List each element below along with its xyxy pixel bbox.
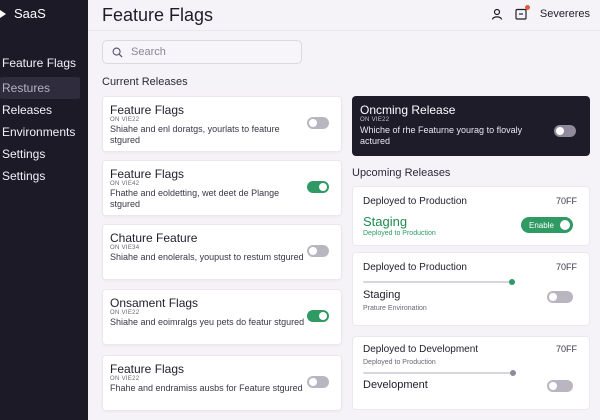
toggle-knob <box>309 378 317 386</box>
notification-icon[interactable] <box>514 5 530 21</box>
release-title: Feature Flags <box>110 362 185 376</box>
upcoming-releases-title: Upcoming Releases <box>352 167 451 179</box>
env-name: Development <box>363 379 428 391</box>
release-title: Chature Feature <box>110 231 198 245</box>
release-version: ON VIE22 <box>110 376 140 382</box>
release-version: ON VIE22 <box>110 310 140 316</box>
search-input[interactable] <box>129 45 293 59</box>
env-slider[interactable] <box>363 370 516 376</box>
sidebar-item-restures[interactable]: Restures <box>0 77 80 99</box>
env-toggle[interactable] <box>547 291 573 303</box>
brand-name: SaaS <box>14 6 46 21</box>
release-toggle[interactable] <box>307 376 329 388</box>
release-description: Shiahe and eoimralgs yeu pets do featur … <box>110 317 305 327</box>
release-toggle[interactable] <box>307 181 329 193</box>
topbar-divider <box>88 30 600 31</box>
environment-card[interactable]: Deployed to Production 70FF Staging Depl… <box>352 186 590 246</box>
release-title: Onsament Flags <box>110 296 199 310</box>
release-title: Feature Flags <box>110 103 185 117</box>
sidebar-item-environments[interactable]: Environments <box>0 121 88 143</box>
release-card[interactable]: Chature Feature ON VIE34 Shiahe and enol… <box>102 224 342 280</box>
release-card[interactable]: Onsament Flags ON VIE22 Shiahe and eoimr… <box>102 289 342 345</box>
env-toggle[interactable] <box>547 380 573 392</box>
release-version: ON VIE34 <box>110 245 140 251</box>
release-card[interactable]: Feature Flags ON VIE42 Fhathe and eoldet… <box>102 160 342 216</box>
env-subtitle: Deployed to Production <box>363 359 436 366</box>
sidebar-item-releases[interactable]: Releases <box>0 99 88 121</box>
search-box[interactable] <box>102 40 302 64</box>
sidebar-item-settings[interactable]: Settings <box>0 143 88 165</box>
sidebar: SaaS Feature Flags Restures Releases Env… <box>0 0 88 420</box>
logo-icon <box>0 9 6 18</box>
env-subtitle: Prature Environation <box>363 305 427 312</box>
env-status: 70FF <box>555 262 577 272</box>
toggle-knob <box>309 247 317 255</box>
user-name[interactable]: Severeres <box>540 8 590 20</box>
release-card[interactable]: Feature Flags ON VIE22 Fhahe and endrami… <box>102 355 342 411</box>
release-description: Fhahe and endramiss ausbs for Feature st… <box>110 383 303 393</box>
environment-card[interactable]: Deployed to Production 70FF Staging Prat… <box>352 252 590 326</box>
release-toggle[interactable] <box>307 117 329 129</box>
release-version: ON VIE42 <box>110 181 140 187</box>
upcoming-release-version: ON VIE22 <box>360 117 390 123</box>
env-name: Staging <box>363 214 408 229</box>
toggle-knob <box>549 382 557 390</box>
release-version: ON VIE22 <box>110 117 140 123</box>
toggle-knob <box>319 312 327 320</box>
toggle-knob <box>549 293 557 301</box>
release-description: Shiahe and enl doratgs, yourlats to feat… <box>110 124 280 145</box>
upcoming-release-card[interactable]: Oncming Release ON VIE22 Whiche of rhe F… <box>352 96 590 156</box>
upcoming-release-title: Oncming Release <box>360 103 456 117</box>
notification-badge <box>524 5 530 10</box>
env-subtitle: Deployed to Production <box>363 230 436 237</box>
env-slider[interactable] <box>363 279 515 285</box>
environment-card[interactable]: Deployed to Development 70FF Deployed to… <box>352 336 590 410</box>
env-status: 70FF <box>555 196 577 206</box>
toggle-knob <box>556 127 564 135</box>
search-icon <box>112 47 123 58</box>
release-description: Fhathe and eoldetting, wet deet de Plang… <box>110 188 280 209</box>
toggle-knob <box>319 183 327 191</box>
release-toggle[interactable] <box>307 245 329 257</box>
release-description: Shiahe and enolerals, youpust to restum … <box>110 252 304 262</box>
topbar-actions: Severeres <box>490 5 590 21</box>
enable-label: Enable <box>529 220 554 230</box>
release-card[interactable]: Feature Flags ON VIE22 Shiahe and enl do… <box>102 96 342 152</box>
user-icon[interactable] <box>490 7 504 21</box>
env-name: Staging <box>363 289 401 301</box>
sidebar-item-settings-2[interactable]: Settings <box>0 165 88 187</box>
upcoming-release-description: Whiche of rhe Featurne yourag to flovaly… <box>360 125 523 146</box>
release-title: Feature Flags <box>110 167 185 181</box>
brand[interactable]: SaaS <box>0 6 46 21</box>
upcoming-release-toggle[interactable] <box>554 125 576 137</box>
page-title: Feature Flags <box>102 5 214 25</box>
env-status: 70FF <box>555 344 577 354</box>
toggle-knob <box>309 119 317 127</box>
current-releases-title: Current Releases <box>102 76 188 88</box>
sidebar-nav: Feature Flags Restures Releases Environm… <box>0 52 88 187</box>
slider-thumb[interactable] <box>508 279 515 285</box>
sidebar-item-feature-flags[interactable]: Feature Flags <box>0 52 88 74</box>
env-heading: Deployed to Development <box>363 344 479 355</box>
toggle-knob <box>560 220 570 230</box>
slider-thumb[interactable] <box>510 370 516 376</box>
main-content: Feature Flags Severeres Current Releases… <box>88 0 600 420</box>
env-heading: Deployed to Production <box>363 196 467 207</box>
enable-toggle-button[interactable]: Enable <box>521 217 573 233</box>
release-toggle[interactable] <box>307 310 329 322</box>
env-heading: Deployed to Production <box>363 262 467 273</box>
